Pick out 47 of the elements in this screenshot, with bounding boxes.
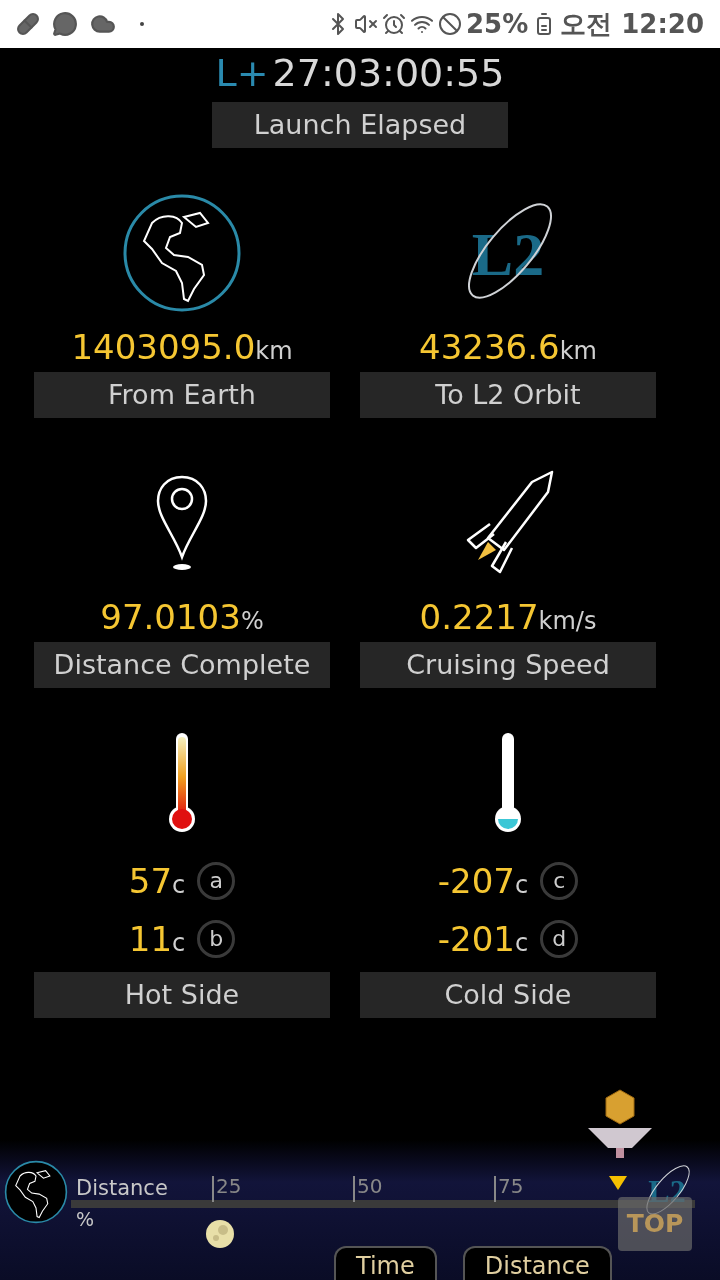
chat-icon <box>52 11 78 37</box>
label-card: Distance Complete <box>34 642 330 688</box>
unit-label: c <box>515 931 529 955</box>
mode-button[interactable]: Time <box>334 1246 437 1280</box>
mode-button[interactable]: Distance <box>462 1246 612 1280</box>
tick-label: 75 <box>494 1176 524 1202</box>
stat-value: -201 <box>437 922 515 956</box>
position-marker-icon <box>609 1176 628 1190</box>
label-card: Cold Side <box>360 972 656 1018</box>
timer-prefix: L+ <box>215 54 269 92</box>
unit-label: c <box>515 873 529 897</box>
label-card: Hot Side <box>34 972 330 1018</box>
sensor-tag: d <box>540 920 579 958</box>
sensor-tag: b <box>197 920 236 958</box>
stat-value: 0.2217 <box>419 600 539 634</box>
unit-label: km <box>559 339 597 363</box>
unit-label: c <box>172 873 186 897</box>
label-card: Launch Elapsed <box>212 102 508 148</box>
unit-label: c <box>172 931 186 955</box>
block-icon <box>437 12 462 36</box>
pill-icon <box>16 12 40 36</box>
tick-label: 25 <box>212 1176 242 1202</box>
label-card: To L2 Orbit <box>360 372 656 418</box>
track-label: Distance <box>76 1178 168 1199</box>
unit-label: % <box>240 609 264 633</box>
unit-label: km <box>255 339 293 363</box>
stat-value: 43236.6 <box>419 330 560 364</box>
unit-label: km/s <box>538 609 597 633</box>
clock-time: 오전 12:20 <box>560 7 704 41</box>
earth-icon <box>4 1160 68 1224</box>
stat-value: 57 <box>128 864 173 898</box>
stat-value: -207 <box>437 864 515 898</box>
label-card: From Earth <box>34 372 330 418</box>
tick-label: 50 <box>353 1176 383 1202</box>
sensor-tag: c <box>540 862 579 900</box>
elapsed-time: 27:03:00:55 <box>272 54 505 92</box>
stat-value: 97.0103 <box>100 600 241 634</box>
battery-percent: 25% <box>465 7 529 41</box>
sensor-tag: a <box>197 862 236 900</box>
track-unit: % <box>76 1210 95 1229</box>
globe-icon <box>122 193 242 313</box>
alarm-icon <box>381 12 406 36</box>
mute-icon <box>353 12 378 36</box>
moon-icon <box>206 1220 234 1248</box>
stat-value: 1403095.0 <box>71 330 256 364</box>
stat-value: 11 <box>128 922 173 956</box>
label-card: Cruising Speed <box>360 642 656 688</box>
